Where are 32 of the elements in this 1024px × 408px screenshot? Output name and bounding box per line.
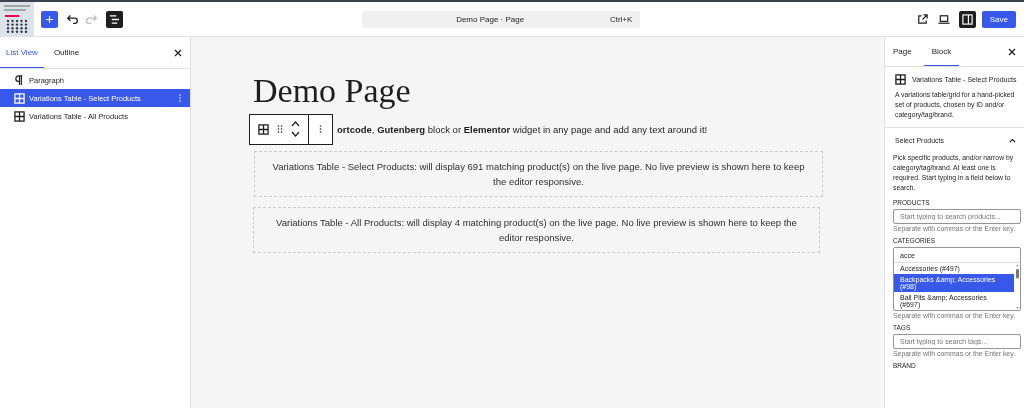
add-block-button[interactable] <box>41 10 58 28</box>
sidebar-tab[interactable]: Block <box>923 37 960 66</box>
laptop-icon[interactable] <box>936 12 951 26</box>
block-placeholder[interactable]: Variations Table - All Products: will display 4 matching product(s) on the live page. No live preview is shown here to keep the editor responsive. <box>253 206 820 253</box>
paragraph-icon <box>14 74 25 86</box>
list-view-button[interactable] <box>106 10 123 28</box>
list-view-icon <box>109 13 120 25</box>
page-title: Demo Page <box>253 71 412 111</box>
chevron-icon <box>1009 138 1016 143</box>
external-link-icon[interactable] <box>915 12 929 26</box>
block-type-icon <box>895 74 906 85</box>
save-button[interactable]: Save <box>981 10 1016 28</box>
command-palette-button[interactable]: Demo Page · Page Ctrl+K <box>362 10 641 28</box>
table-icon <box>14 110 25 122</box>
panel-tab[interactable]: List View <box>0 37 44 68</box>
panel-tab[interactable]: Outline <box>47 37 86 68</box>
sidebar-icon <box>961 13 973 25</box>
sidebar-tab[interactable]: Page <box>885 37 920 66</box>
close-icon[interactable] <box>1008 47 1016 56</box>
move-arrows-icon[interactable] <box>291 120 300 139</box>
close-icon[interactable] <box>174 48 182 57</box>
more-options-icon[interactable] <box>319 124 322 135</box>
block-placeholder[interactable]: Variations Table - Select Products: will display 691 matching product(s) on the live page. No live preview is shown here to keep the editor responsive. <box>254 150 823 197</box>
plus-icon <box>45 14 54 24</box>
settings-button[interactable] <box>958 10 976 28</box>
table-icon <box>14 92 25 104</box>
undo-icon[interactable] <box>66 12 80 26</box>
scrollbar[interactable] <box>1015 263 1020 310</box>
block-type-icon <box>258 123 269 135</box>
site-logo-icon[interactable] <box>0 2 34 36</box>
paragraph-text: ortcode, Gutenberg block or Elementor widget in any page and add any text around it! <box>337 123 708 135</box>
drag-handle-icon[interactable] <box>277 124 283 135</box>
